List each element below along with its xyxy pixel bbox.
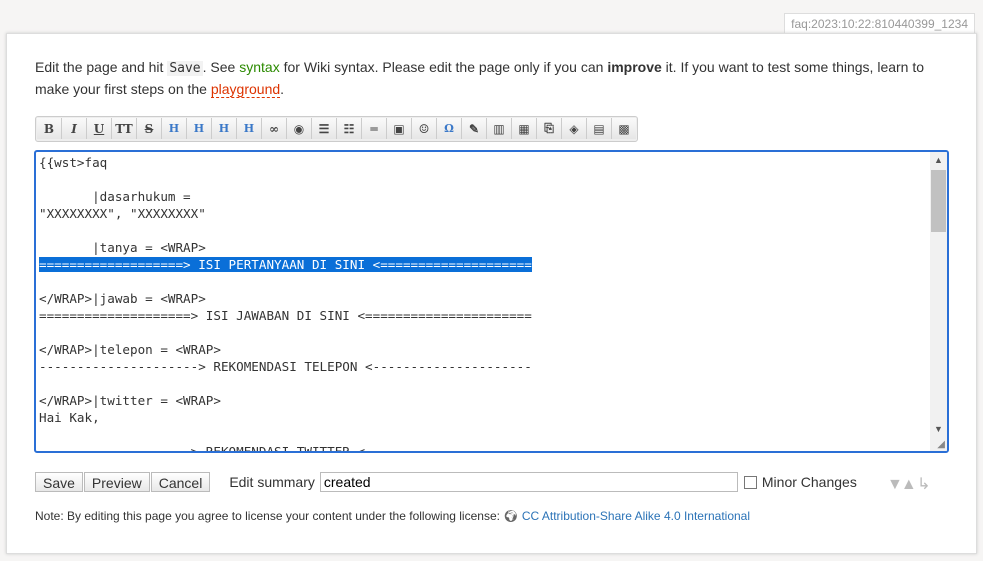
horizontal-rule-icon: ═ — [370, 121, 378, 136]
external-link-icon: ◉ — [293, 121, 305, 136]
underline-icon: U — [93, 121, 105, 136]
scroll-up-icon[interactable]: ▲ — [930, 152, 947, 168]
editor-scrollbar[interactable]: ▲ ▼ — [930, 152, 947, 451]
folder-button[interactable]: ▤ — [587, 118, 612, 139]
table-icon: ▥ — [493, 121, 505, 136]
editor-line: > REKOMENDASI TWITTER < — [39, 444, 366, 453]
link-button[interactable]: ∞ — [262, 118, 287, 139]
ordered-list-icon: ☰ — [318, 121, 330, 136]
heading-select-button[interactable]: H — [237, 118, 262, 139]
image-icon: ▣ — [393, 121, 405, 136]
bold-icon: B — [43, 121, 55, 136]
ordered-list-button[interactable]: ☰ — [312, 118, 337, 139]
smiley-icon: ☺ — [418, 121, 430, 136]
editor-line: {{wst>faq — [39, 155, 108, 170]
heading-higher-icon: H — [218, 122, 230, 135]
editor-line: ====================> ISI JAWABAN DI SIN… — [39, 308, 532, 323]
heading-select-icon: H — [243, 122, 255, 135]
heading-higher-button[interactable]: H — [212, 118, 237, 139]
image-button[interactable]: ▣ — [387, 118, 412, 139]
editor-content[interactable]: {{wst>faq |dasarhukum = "XXXXXXXX", "XXXX… — [39, 154, 532, 453]
intro-text: Edit the page and hit Save. See syntax f… — [35, 59, 925, 98]
preview-button[interactable]: Preview — [83, 472, 150, 492]
monospace-button[interactable]: TT — [112, 118, 137, 139]
horizontal-rule-button[interactable]: ═ — [362, 118, 387, 139]
strikethrough-button[interactable]: S — [137, 118, 162, 139]
cc-icon: 🌍︎ — [503, 509, 519, 523]
heading-same-icon: H — [168, 122, 180, 135]
italic-button[interactable]: I — [62, 118, 87, 139]
grow-editor-icon[interactable]: ▼ — [887, 476, 903, 493]
link-icon: ∞ — [269, 121, 279, 136]
save-button[interactable]: Save — [35, 472, 83, 492]
clip-button[interactable]: ⎘ — [537, 118, 562, 139]
minor-changes-checkbox[interactable] — [743, 475, 757, 489]
editor-line: </WRAP>|jawab = <WRAP> — [39, 291, 206, 306]
cancel-button[interactable]: Cancel — [150, 472, 211, 492]
special-chars-icon: Ω — [444, 122, 454, 135]
monospace-icon: TT — [115, 121, 133, 136]
editor-line: ===================> ISI PERTANYAAN DI S… — [39, 257, 532, 272]
minor-changes-label: Minor Changes — [761, 474, 857, 490]
scroll-down-icon[interactable]: ▼ — [930, 421, 947, 437]
strikethrough-icon: S — [144, 121, 154, 136]
bold-button[interactable]: B — [37, 118, 62, 139]
edit-summary-label: Edit summary — [229, 474, 315, 490]
wrap-toggle-icon[interactable]: ↳ — [917, 476, 930, 493]
heading-lower-icon: H — [193, 122, 205, 135]
edit-actions: Save Preview Cancel Edit summary Minor C… — [35, 472, 857, 492]
editor-line: ---------------------> REKOMENDASI TELEP… — [39, 359, 532, 374]
syntax-link[interactable]: syntax — [239, 59, 279, 75]
signature-icon: ✎ — [468, 121, 480, 136]
external-link-button[interactable]: ◉ — [287, 118, 312, 139]
editor-line: |dasarhukum = — [39, 189, 191, 204]
settings-button[interactable]: ▦ — [512, 118, 537, 139]
editor-line: |tanya = <WRAP> — [39, 240, 206, 255]
special-chars-button[interactable]: Ω — [437, 118, 462, 139]
heading-lower-button[interactable]: H — [187, 118, 212, 139]
edit-panel: Edit the page and hit Save. See syntax f… — [6, 33, 977, 554]
editor-line: Hai Kak, — [39, 410, 100, 425]
underline-button[interactable]: U — [87, 118, 112, 139]
table-button[interactable]: ▥ — [487, 118, 512, 139]
smiley-button[interactable]: ☺ — [412, 118, 437, 139]
scrollbar-thumb[interactable] — [931, 170, 946, 232]
save-code: Save — [167, 61, 203, 76]
folder-icon: ▤ — [593, 121, 605, 136]
playground-link[interactable]: playground — [210, 81, 281, 98]
box-icon: ◈ — [569, 121, 579, 136]
unordered-list-button[interactable]: ☷ — [337, 118, 362, 139]
page-id: faq:2023:10:22:810440399_1234 — [784, 13, 975, 34]
editor-line: "XXXXXXXX", "XXXXXXXX" — [39, 206, 206, 221]
license-link[interactable]: CC Attribution-Share Alike 4.0 Internati… — [522, 509, 750, 523]
clapperboard-button[interactable]: ▩ — [612, 118, 636, 139]
license-note: Note: By editing this page you agree to … — [35, 509, 751, 523]
resize-grip-icon[interactable]: ◢ — [937, 439, 945, 450]
unordered-list-icon: ☷ — [343, 121, 355, 136]
settings-icon: ▦ — [518, 121, 530, 136]
shrink-editor-icon[interactable]: ▲ — [901, 476, 917, 493]
box-button[interactable]: ◈ — [562, 118, 587, 139]
signature-button[interactable]: ✎ — [462, 118, 487, 139]
clip-icon: ⎘ — [544, 121, 554, 135]
edit-summary-input[interactable] — [319, 472, 738, 492]
heading-same-button[interactable]: H — [162, 118, 187, 139]
wiki-text-editor[interactable]: {{wst>faq |dasarhukum = "XXXXXXXX", "XXXX… — [34, 150, 949, 453]
resize-arrows: ▼▲ ↳ — [887, 474, 931, 494]
italic-icon: I — [71, 121, 77, 136]
clapperboard-icon: ▩ — [618, 121, 630, 136]
editor-toolbar: B I U TT S H H H H ∞ ◉ ☰ ☷ ═ ▣ ☺ Ω ✎ ▥ ▦ ⎘ ◈ ▤ ▩ — [35, 116, 638, 142]
editor-line: </WRAP>|twitter = <WRAP> — [39, 393, 221, 408]
editor-line: </WRAP>|telepon = <WRAP> — [39, 342, 221, 357]
